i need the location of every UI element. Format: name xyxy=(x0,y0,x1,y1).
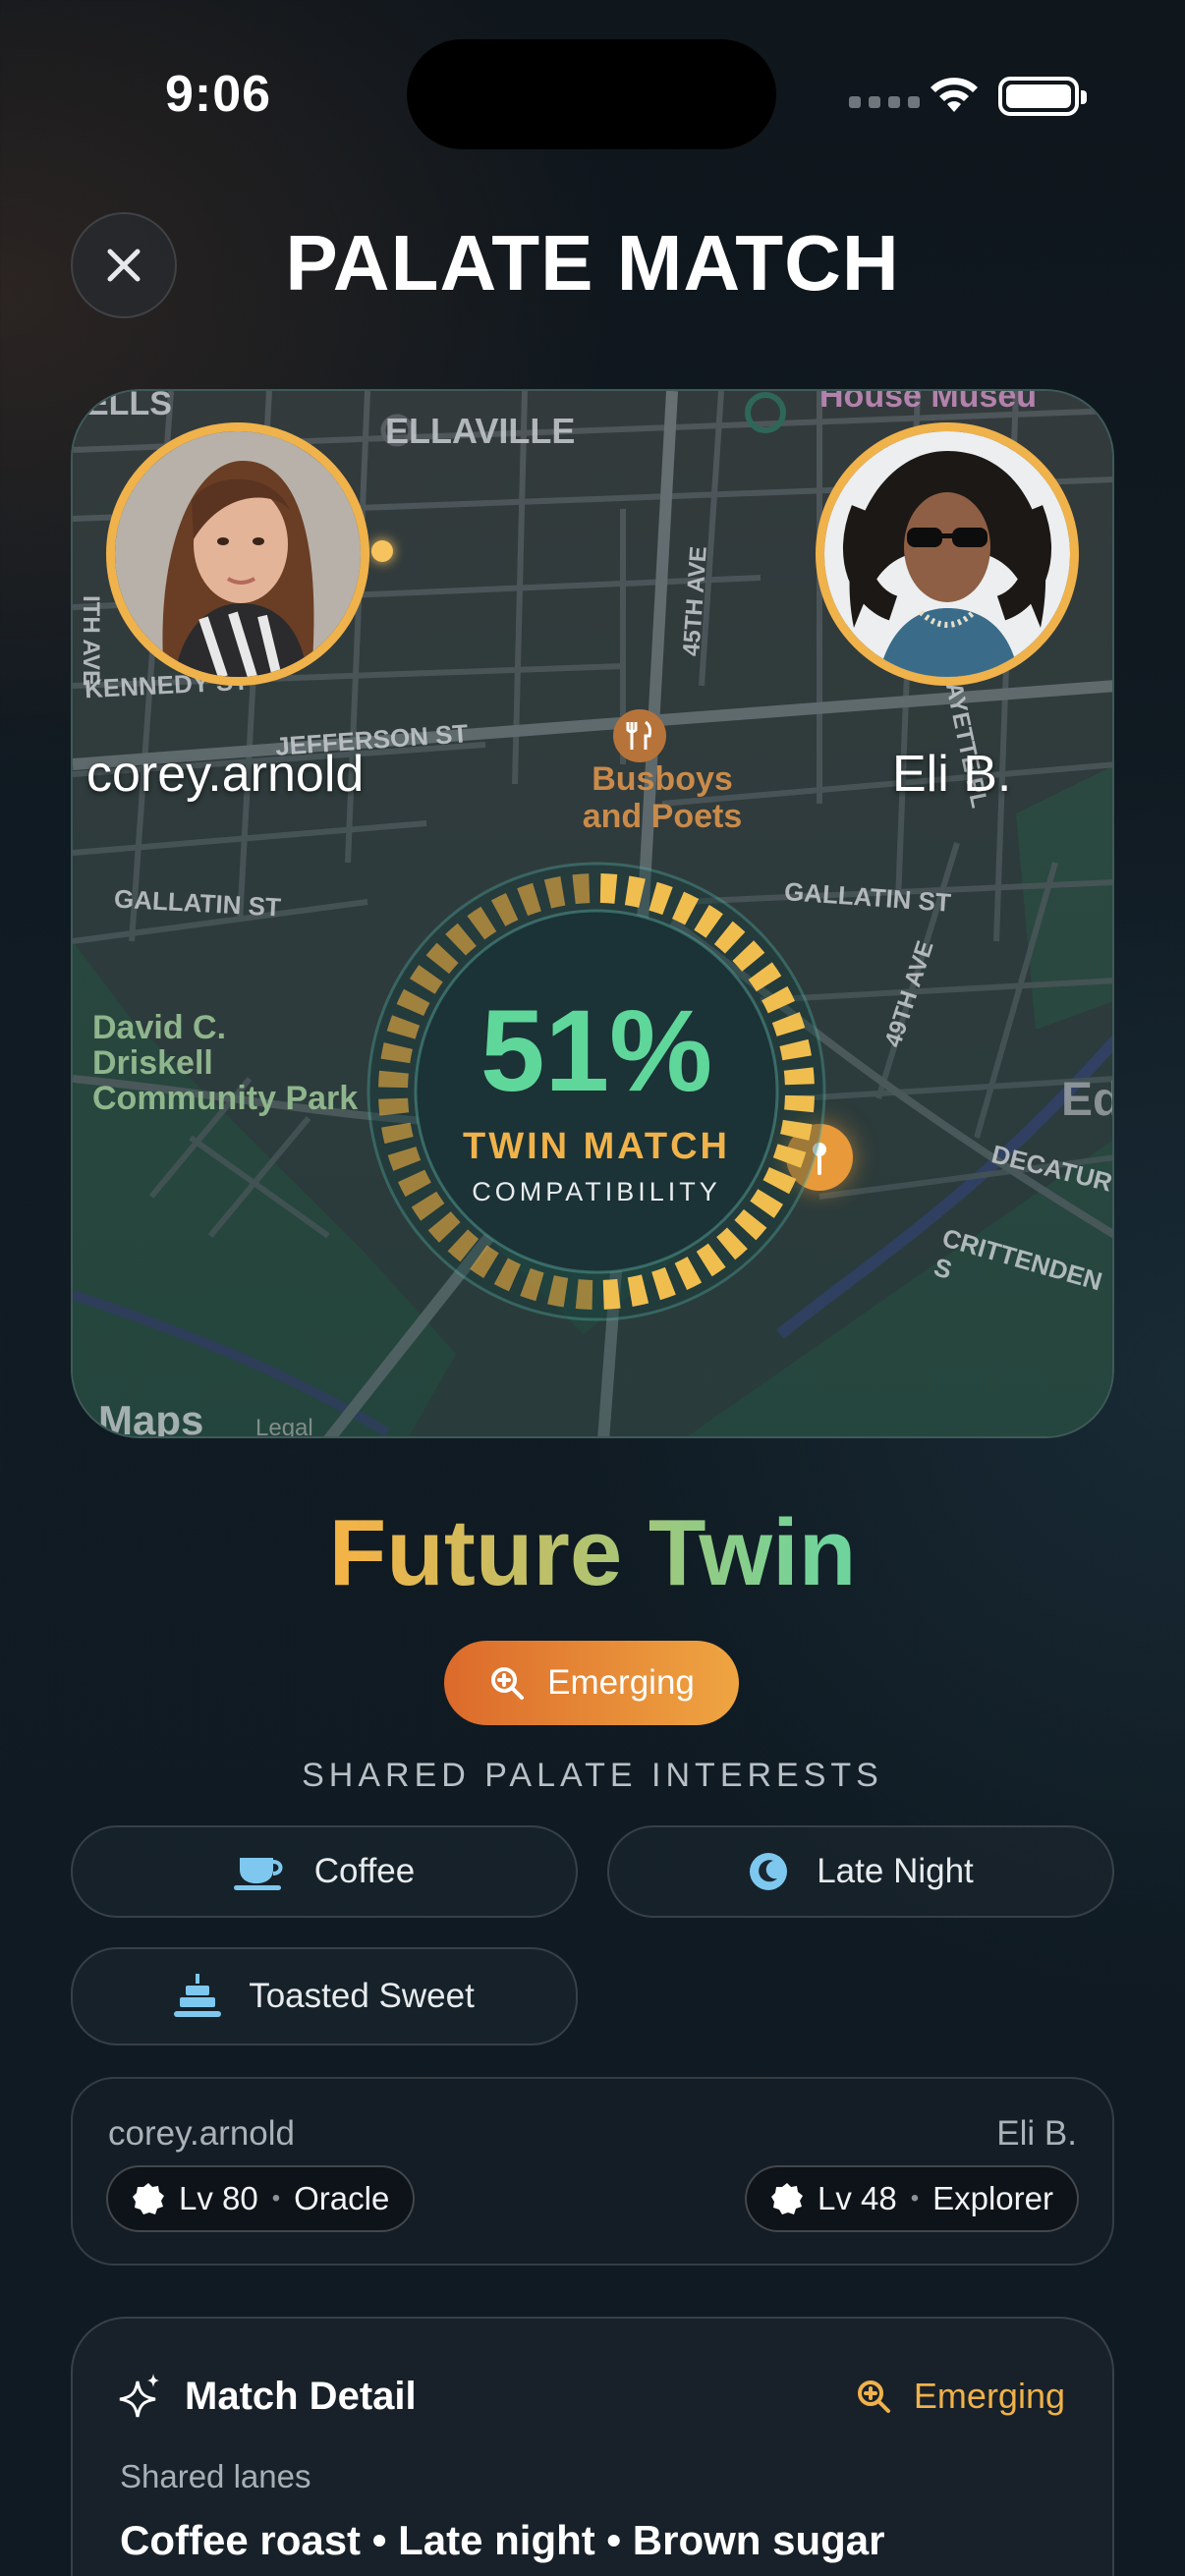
map-label-house-museum: House Museu xyxy=(819,389,1038,415)
sparkles-icon xyxy=(119,2374,159,2418)
level-right-username: Eli B. xyxy=(996,2114,1077,2153)
avatar-right-user[interactable] xyxy=(816,422,1079,686)
gauge-segment xyxy=(575,1279,593,1310)
map-label-ed: Ed xyxy=(1061,1074,1112,1126)
level-right-pill[interactable]: Lv 48 • Explorer xyxy=(744,2165,1079,2232)
wifi-icon xyxy=(931,78,978,112)
map-poi-name[interactable]: Busboys and Poets xyxy=(574,760,751,835)
tier-badge[interactable]: Emerging xyxy=(444,1641,739,1725)
match-detail-header: Match Detail xyxy=(118,2374,417,2419)
map-park-line2: Driskell xyxy=(92,1044,213,1082)
match-detail-tier-label: Emerging xyxy=(913,2376,1065,2416)
compatibility-percent: 51% xyxy=(480,986,713,1116)
gauge-segment xyxy=(599,873,618,904)
battery-icon xyxy=(998,77,1087,116)
map-label-ells: ELLS xyxy=(86,389,172,422)
map-park-line1: David C. xyxy=(92,1009,227,1046)
interest-chip-label: Coffee xyxy=(313,1852,416,1890)
interest-chip-label: Late Night xyxy=(817,1852,974,1890)
interest-chip-late-night[interactable]: Late Night xyxy=(607,1825,1114,1918)
shared-interests-heading: SHARED PALATE INTERESTS xyxy=(302,1757,883,1794)
map-label-ave-left: ITH AVE xyxy=(78,594,105,687)
match-detail-card[interactable]: Match Detail Emerging Shared lanes Coffe… xyxy=(71,2317,1114,2576)
status-time: 9:06 xyxy=(165,66,272,123)
user-left-name: corey.arnold xyxy=(86,746,365,803)
user-levels-card: corey.arnold Eli B. Lv 80 • Oracle Lv 48… xyxy=(71,2077,1114,2266)
map-poi-name-line1: Busboys xyxy=(592,760,733,798)
moon-icon xyxy=(750,1853,788,1890)
restaurant-pin-icon[interactable] xyxy=(613,709,666,762)
level-separator: • xyxy=(271,2185,281,2212)
shared-lanes-label: Shared lanes xyxy=(120,2458,311,2494)
level-left-value: Lv 80 xyxy=(179,2180,258,2216)
twin-match-label: TWIN MATCH xyxy=(462,1126,730,1167)
match-detail-tier: Emerging xyxy=(855,2376,1065,2417)
interest-chip-coffee[interactable]: Coffee xyxy=(71,1825,578,1918)
map-label-ellaville: ELLAVILLE xyxy=(385,411,576,451)
page-title: PALATE MATCH xyxy=(285,219,900,307)
cellular-signal-icon xyxy=(849,96,920,108)
level-right-value: Lv 48 xyxy=(817,2180,897,2216)
dynamic-island xyxy=(407,39,776,149)
interest-chip-toasted-sweet[interactable]: Toasted Sweet xyxy=(71,1947,578,2045)
avatar-connector-dot xyxy=(371,540,393,562)
coffee-cup-icon xyxy=(233,1858,283,1890)
match-tier-title: Future Twin xyxy=(0,1499,1185,1607)
level-separator: • xyxy=(910,2185,920,2212)
magnifier-plus-icon xyxy=(857,2380,890,2413)
status-bar: 9:06 xyxy=(0,0,1185,187)
map-park-line3: Community Park xyxy=(92,1080,359,1117)
maps-brand-logo: Maps xyxy=(98,1397,204,1438)
user-right-name: Eli B. xyxy=(892,746,1012,803)
shared-lanes-value: Coffee roast • Late night • Brown sugar xyxy=(120,2517,885,2563)
level-left-rank: Oracle xyxy=(294,2180,390,2216)
compatibility-gauge: 51% TWIN MATCH COMPATIBILITY xyxy=(366,861,827,1322)
level-left-username: corey.arnold xyxy=(108,2114,296,2153)
level-left-pill[interactable]: Lv 80 • Oracle xyxy=(106,2165,416,2232)
level-badge-icon xyxy=(133,2183,164,2214)
tier-badge-label: Emerging xyxy=(547,1663,695,1702)
interest-chip-label: Toasted Sweet xyxy=(249,1977,475,2015)
map-poi-name-line2: and Poets xyxy=(582,798,743,835)
level-right-rank: Explorer xyxy=(932,2180,1053,2216)
level-badge-icon xyxy=(770,2183,803,2214)
match-detail-title: Match Detail xyxy=(185,2374,417,2418)
match-map-card[interactable]: ELLS ELLAVILLE House Museu ITH AVE KENNE… xyxy=(71,389,1114,1438)
cake-icon xyxy=(174,1974,222,2017)
maps-legal-link[interactable]: Legal xyxy=(255,1415,313,1436)
avatar-left-user[interactable] xyxy=(106,422,369,686)
compatibility-label: COMPATIBILITY xyxy=(472,1177,721,1206)
magnifier-plus-icon xyxy=(491,1667,525,1700)
map-park-name: David C. Driskell Community Park xyxy=(92,1010,358,1116)
